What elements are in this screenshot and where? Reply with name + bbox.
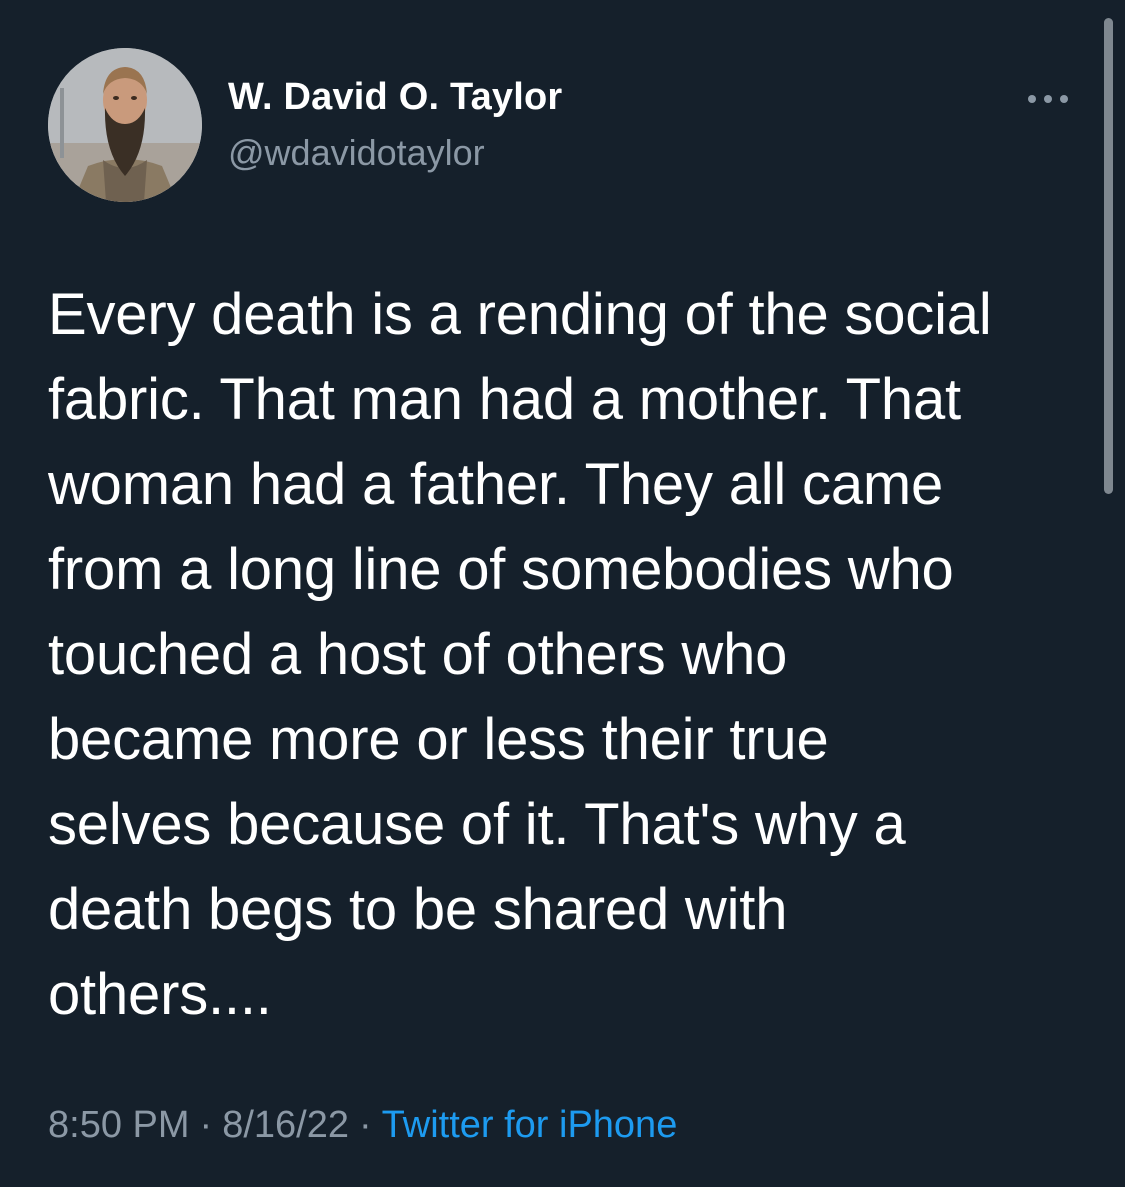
tweet-text: Every death is a rending of the social f…	[48, 282, 992, 1027]
more-horizontal-icon	[1028, 95, 1068, 103]
tweet: W. David O. Taylor @wdavidotaylor Every …	[0, 0, 1125, 1187]
author-handle[interactable]: @wdavidotaylor	[228, 132, 485, 174]
tweet-time[interactable]: 8:50 PM	[48, 1104, 190, 1146]
more-options-button[interactable]	[1022, 84, 1074, 114]
avatar[interactable]	[48, 48, 202, 202]
meta-separator: ·	[199, 1104, 213, 1146]
author-display-name[interactable]: W. David O. Taylor	[228, 76, 562, 119]
tweet-meta: 8:50 PM · 8/16/22 · Twitter for iPhone	[48, 1104, 677, 1147]
avatar-photo	[48, 48, 202, 202]
tweet-date[interactable]: 8/16/22	[222, 1104, 349, 1146]
tweet-source-link[interactable]: Twitter for iPhone	[382, 1104, 678, 1146]
meta-separator: ·	[358, 1104, 372, 1146]
scrollbar[interactable]	[1104, 18, 1113, 494]
